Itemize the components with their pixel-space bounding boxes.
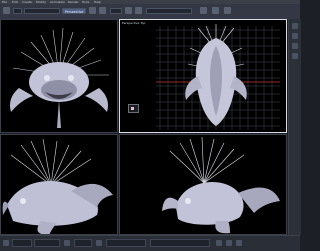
status-cell-1[interactable] [12, 239, 32, 247]
render-icon[interactable] [200, 7, 207, 14]
app-window: File Edit Create Modify Animation Render… [0, 0, 301, 251]
rotate-icon[interactable] [99, 7, 106, 14]
snap-icon[interactable] [135, 7, 142, 14]
orbit-icon[interactable] [292, 43, 298, 49]
config-icon[interactable] [236, 240, 242, 246]
viewport-top[interactable]: Perspective Top [119, 19, 287, 133]
toolbar-field-5[interactable] [146, 8, 192, 14]
status-bar [0, 235, 300, 251]
status-cell-5[interactable] [150, 239, 210, 247]
toolbar-field-4[interactable] [110, 8, 122, 14]
next-frame-icon[interactable] [226, 240, 232, 246]
lock-icon[interactable] [96, 240, 102, 246]
maximize-icon[interactable] [292, 53, 298, 59]
move-icon[interactable] [89, 7, 96, 14]
play-icon[interactable] [3, 240, 9, 246]
camera-icon[interactable] [224, 7, 231, 14]
main-toolbar: Perspective [0, 4, 300, 20]
zoom-icon[interactable] [292, 23, 298, 29]
fish-model-top [156, 24, 280, 130]
right-tool-strip [288, 19, 301, 235]
status-cell-4[interactable] [106, 239, 146, 247]
viewport-label: Perspective Top [122, 21, 146, 25]
toolbar-field-2[interactable] [24, 8, 60, 14]
viewport-front-right[interactable] [119, 134, 287, 235]
fish-model-side-right [162, 136, 280, 234]
scale-icon[interactable] [125, 7, 132, 14]
pan-icon[interactable] [292, 33, 298, 39]
fish-model-side-left [2, 138, 113, 234]
select-icon[interactable] [3, 7, 10, 14]
status-cell-2[interactable] [34, 239, 60, 247]
color-swatch-inset [128, 104, 139, 113]
fish-model-front [10, 27, 109, 128]
key-icon[interactable] [64, 240, 70, 246]
viewport-front-left[interactable] [0, 134, 118, 235]
status-cell-3[interactable] [74, 239, 92, 247]
toolbar-field-perspective[interactable]: Perspective [62, 8, 86, 14]
prev-frame-icon[interactable] [216, 240, 222, 246]
viewport-perspective[interactable] [0, 19, 118, 133]
material-icon[interactable] [212, 7, 219, 14]
toolbar-field-1[interactable] [13, 8, 22, 14]
